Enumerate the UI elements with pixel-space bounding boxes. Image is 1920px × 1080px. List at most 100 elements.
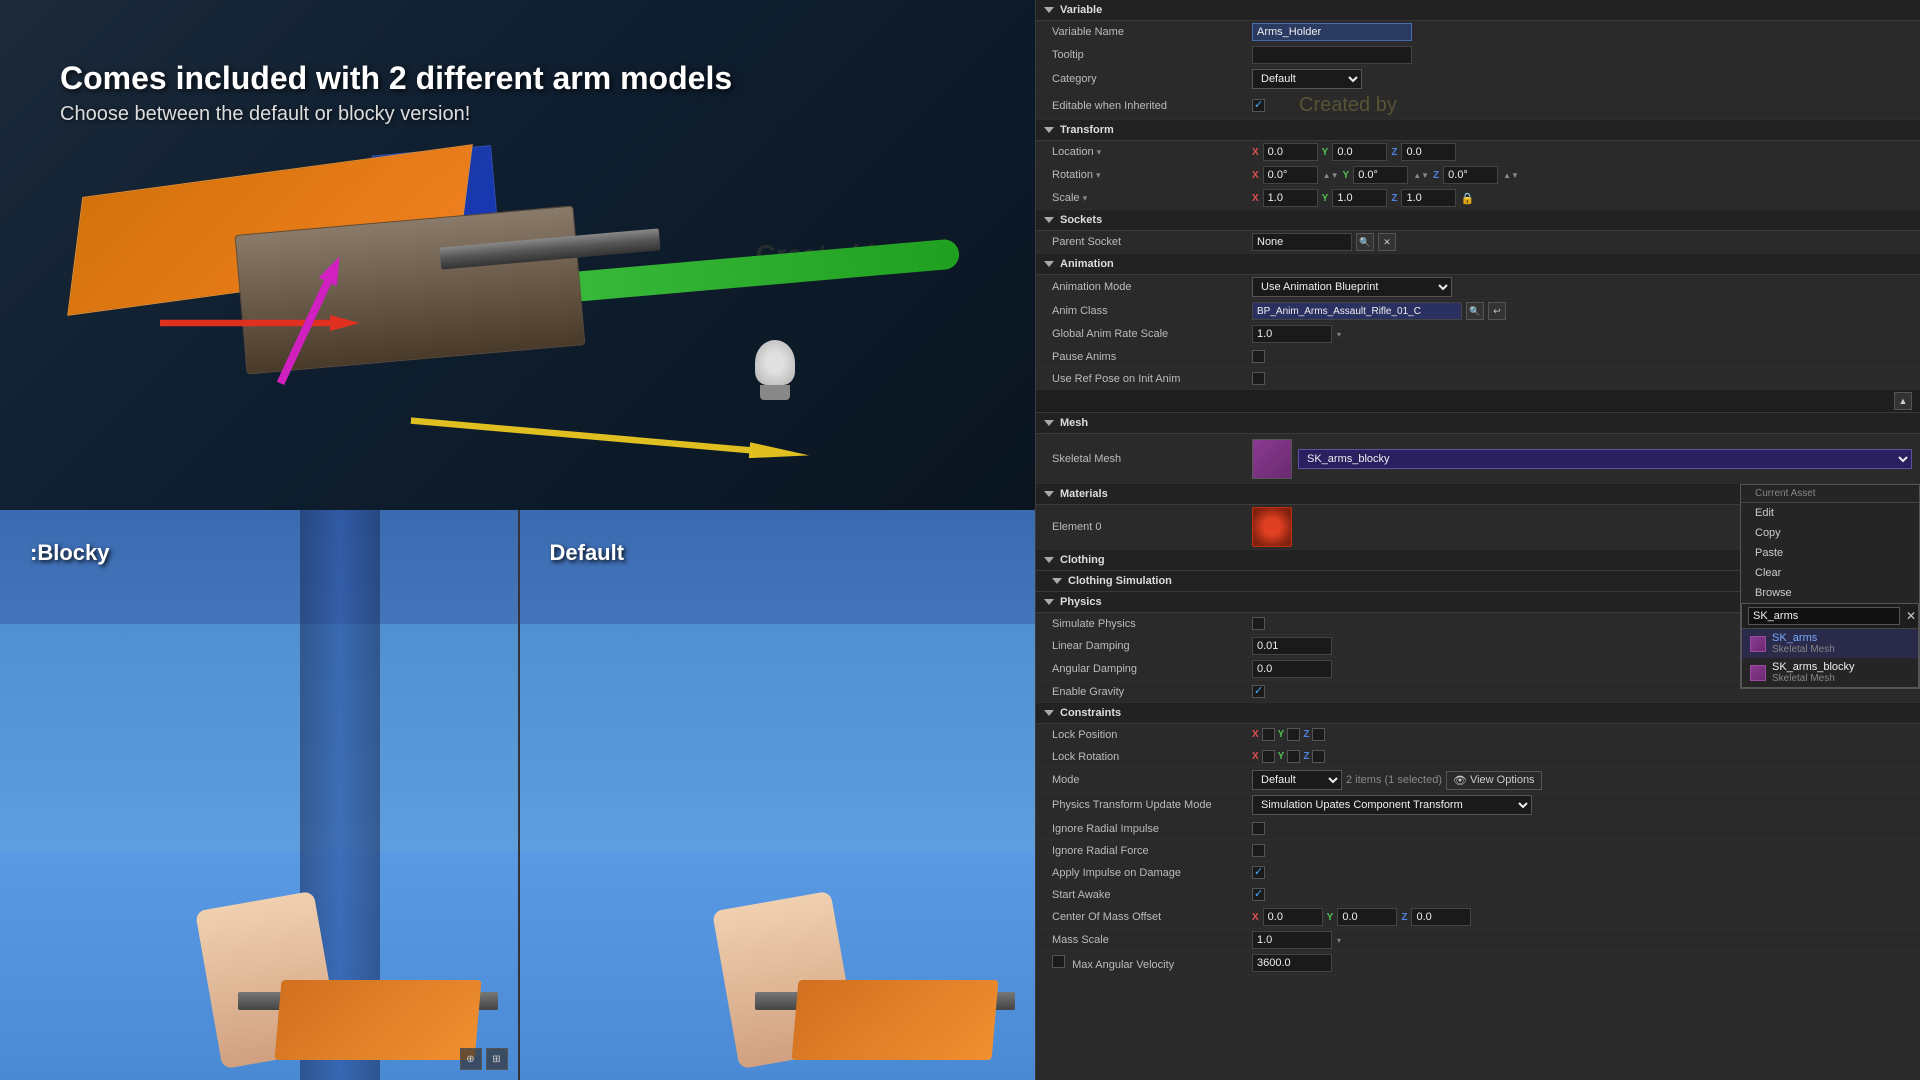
global-rate-input[interactable] — [1252, 325, 1332, 343]
asset-close-btn[interactable]: ✕ — [1904, 609, 1918, 623]
linear-damping-input[interactable] — [1252, 637, 1332, 655]
mode-select[interactable]: Default — [1252, 770, 1342, 790]
section-transform[interactable]: Transform — [1036, 120, 1920, 141]
lock-pos-z-checkbox[interactable] — [1312, 728, 1325, 741]
rot-y-spin[interactable]: ▲▼ — [1413, 171, 1429, 180]
anim-mode-select[interactable]: Use Animation Blueprint — [1252, 277, 1452, 297]
context-browse-item[interactable]: Browse — [1741, 583, 1919, 603]
socket-clear-btn[interactable]: ✕ — [1378, 233, 1396, 251]
location-z-input[interactable] — [1401, 143, 1456, 161]
scale-y-input[interactable] — [1332, 189, 1387, 207]
context-edit-item[interactable]: Edit — [1741, 503, 1919, 523]
prop-tooltip: Tooltip — [1036, 44, 1920, 67]
asset-search-input[interactable] — [1748, 607, 1900, 625]
asset-item-sk-arms-blocky[interactable]: SK_arms_blocky Skeletal Mesh — [1742, 658, 1918, 687]
lock-pos-x-checkbox[interactable] — [1262, 728, 1275, 741]
angular-damping-input[interactable] — [1252, 660, 1332, 678]
context-paste-item[interactable]: Paste — [1741, 543, 1919, 563]
mesh-dropdown[interactable]: SK_arms_blocky — [1298, 449, 1912, 469]
max-angular-checkbox[interactable] — [1052, 955, 1065, 968]
location-x-input[interactable] — [1263, 143, 1318, 161]
editable-inherited-label: Editable when Inherited — [1052, 100, 1252, 112]
rotation-z-input[interactable] — [1443, 166, 1498, 184]
fps-walls-right — [520, 624, 1036, 881]
scale-axis-z: Z — [1391, 193, 1397, 204]
section-constraints[interactable]: Constraints — [1036, 703, 1920, 724]
section-sockets[interactable]: Sockets — [1036, 210, 1920, 231]
rot-z-spin[interactable]: ▲▼ — [1503, 171, 1519, 180]
pause-anims-checkbox[interactable] — [1252, 350, 1265, 363]
variable-name-input[interactable] — [1252, 23, 1412, 41]
scale-z-input[interactable] — [1401, 189, 1456, 207]
section-variable[interactable]: Variable — [1036, 0, 1920, 21]
fps-gun-left — [238, 880, 518, 1060]
prop-start-awake: Start Awake — [1036, 884, 1920, 906]
mode-label: Mode — [1052, 774, 1252, 786]
lock-rot-z-checkbox[interactable] — [1312, 750, 1325, 763]
section-mesh[interactable]: Mesh — [1036, 413, 1920, 434]
category-select[interactable]: Default — [1252, 69, 1362, 89]
lock-rot-y-checkbox[interactable] — [1287, 750, 1300, 763]
variable-name-label: Variable Name — [1052, 26, 1252, 38]
apply-impulse-checkbox[interactable] — [1252, 866, 1265, 879]
location-value: X Y Z — [1252, 143, 1912, 161]
rotation-y-input[interactable] — [1353, 166, 1408, 184]
location-y-input[interactable] — [1332, 143, 1387, 161]
hero-subtitle: Choose between the default or blocky ver… — [60, 103, 732, 126]
prop-center-mass: Center Of Mass Offset X Y Z — [1036, 906, 1920, 929]
start-awake-checkbox[interactable] — [1252, 888, 1265, 901]
axis-x-label: X — [1252, 147, 1259, 158]
lock-rotation-label: Lock Rotation — [1052, 751, 1252, 763]
rot-x-spin[interactable]: ▲▼ — [1323, 171, 1339, 180]
label-blocky: :Blocky — [30, 540, 109, 566]
lock-position-xyz: X Y Z — [1252, 728, 1325, 741]
split-right-default: Default — [518, 510, 1036, 1080]
socket-search-btn[interactable]: 🔍 — [1356, 233, 1374, 251]
element0-label: Element 0 — [1052, 521, 1252, 533]
editable-inherited-checkbox[interactable] — [1252, 99, 1265, 112]
top-3d-section: Created by Comes included with 2 differe… — [0, 0, 1035, 510]
rotation-x-input[interactable] — [1263, 166, 1318, 184]
tooltip-input[interactable] — [1252, 46, 1412, 64]
lock-rot-y-label: Y — [1278, 751, 1285, 762]
anim-class-search-btn[interactable]: 🔍 — [1466, 302, 1484, 320]
rotation-label: Rotation ▾ — [1052, 169, 1252, 181]
view-options-btn[interactable]: 👁 View Options — [1446, 771, 1542, 790]
center-mass-y-input[interactable] — [1337, 908, 1397, 926]
scale-x-input[interactable] — [1263, 189, 1318, 207]
settings-btn-left[interactable]: ⊞ — [486, 1048, 508, 1070]
physics-section-title: Physics — [1060, 596, 1102, 608]
mass-scale-input[interactable] — [1252, 931, 1332, 949]
simulate-physics-checkbox[interactable] — [1252, 617, 1265, 630]
prop-use-ref-pose: Use Ref Pose on Init Anim — [1036, 368, 1920, 390]
context-clear-item[interactable]: Clear — [1741, 563, 1919, 583]
prop-category: Category Default — [1036, 67, 1920, 92]
enable-gravity-checkbox[interactable] — [1252, 685, 1265, 698]
bulb-base — [760, 385, 790, 400]
fps-gun-body-left — [274, 980, 481, 1060]
collapse-expand-btn[interactable]: ▲ — [1894, 392, 1912, 410]
lock-pos-y-checkbox[interactable] — [1287, 728, 1300, 741]
category-label: Category — [1052, 73, 1252, 85]
anim-class-input[interactable] — [1252, 302, 1462, 320]
center-mass-x-input[interactable] — [1263, 908, 1323, 926]
max-angular-input[interactable] — [1252, 954, 1332, 972]
ignore-radial-impulse-checkbox[interactable] — [1252, 822, 1265, 835]
parent-socket-input[interactable] — [1252, 233, 1352, 251]
use-ref-pose-checkbox[interactable] — [1252, 372, 1265, 385]
center-mass-z-input[interactable] — [1411, 908, 1471, 926]
lock-rot-x-checkbox[interactable] — [1262, 750, 1275, 763]
prop-location: Location ▾ X Y Z — [1036, 141, 1920, 164]
mass-scale-spin[interactable]: ▾ — [1337, 936, 1341, 945]
context-copy-item[interactable]: Copy — [1741, 523, 1919, 543]
physics-transform-select[interactable]: Simulation Upates Component Transform — [1252, 795, 1532, 815]
magnify-btn-left[interactable]: ⊕ — [460, 1048, 482, 1070]
angular-damping-label: Angular Damping — [1052, 663, 1252, 675]
prop-mode: Mode Default 2 items (1 selected) 👁 View… — [1036, 768, 1920, 793]
section-animation[interactable]: Animation — [1036, 254, 1920, 275]
materials-section-title: Materials — [1060, 488, 1108, 500]
ignore-radial-force-checkbox[interactable] — [1252, 844, 1265, 857]
anim-class-arrow-btn[interactable]: ↩ — [1488, 302, 1506, 320]
asset-item-sk-arms[interactable]: SK_arms Skeletal Mesh — [1742, 629, 1918, 658]
global-rate-spin[interactable]: ▾ — [1337, 330, 1341, 339]
